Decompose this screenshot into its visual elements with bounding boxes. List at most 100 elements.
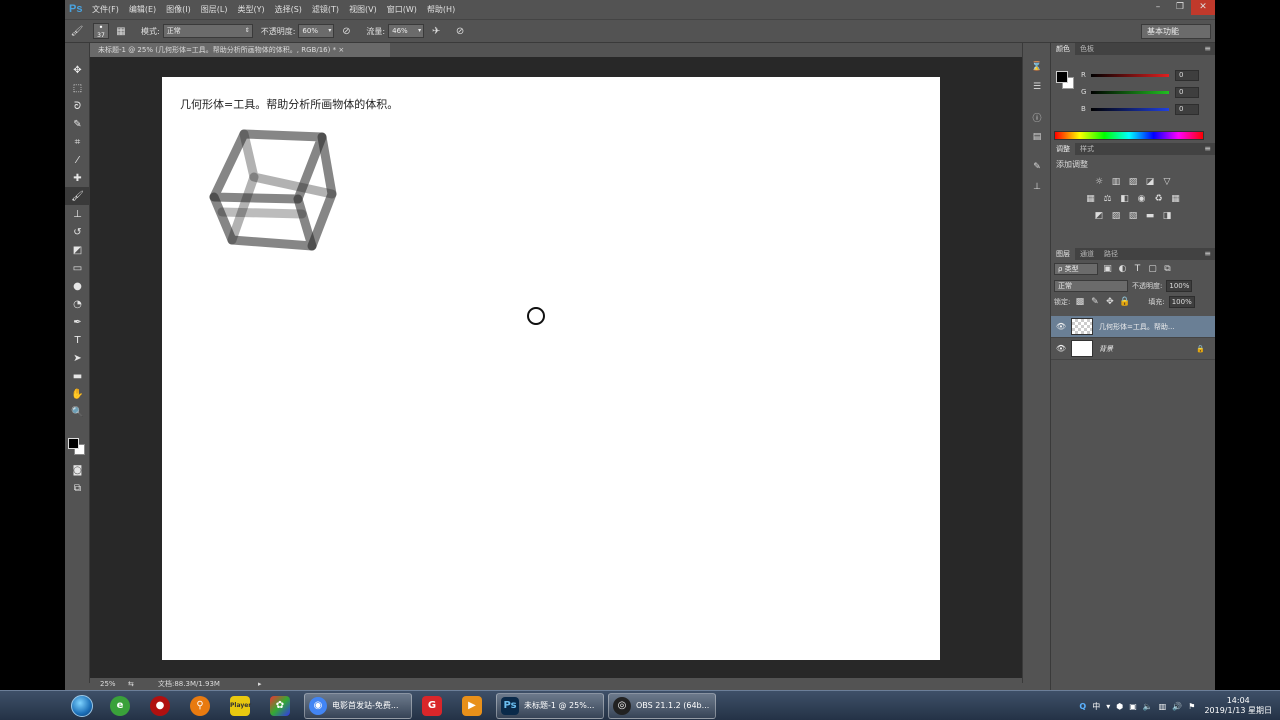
- taskbar-browser-icon[interactable]: e: [100, 692, 140, 720]
- taskbar-task-obs[interactable]: ◎ OBS 21.1.2 (64b...: [608, 692, 716, 719]
- menu-image[interactable]: 图像(I): [161, 0, 196, 19]
- panel-menu-icon[interactable]: ≡: [1204, 248, 1211, 260]
- properties-panel-icon[interactable]: ☰: [1023, 77, 1051, 97]
- selective-color-icon[interactable]: ◨: [1162, 211, 1173, 222]
- export-icon[interactable]: ⇆: [128, 680, 148, 688]
- ime-mode[interactable]: 中: [1092, 701, 1100, 712]
- document-canvas[interactable]: 几何形体=工具。帮助分析所画物体的体积。: [162, 77, 940, 660]
- exposure-icon[interactable]: ◪: [1145, 177, 1156, 188]
- vibrance-icon[interactable]: ▽: [1162, 177, 1173, 188]
- rectangle-tool-icon[interactable]: ▬: [65, 367, 90, 385]
- menu-edit[interactable]: 编辑(E): [124, 0, 161, 19]
- path-select-tool-icon[interactable]: ➤: [65, 349, 90, 367]
- start-button[interactable]: [64, 692, 100, 720]
- zoom-level[interactable]: 25%: [100, 680, 128, 688]
- workspace-select[interactable]: 基本功能: [1141, 24, 1211, 39]
- restore-button[interactable]: ❐: [1169, 0, 1191, 15]
- taskbar-player-icon[interactable]: Player: [220, 692, 260, 720]
- eyedropper-tool-icon[interactable]: ⁄: [65, 151, 90, 169]
- opacity-input[interactable]: 60% ▾: [298, 24, 335, 38]
- gpu-icon[interactable]: ▣: [1129, 702, 1137, 711]
- menu-select[interactable]: 选择(S): [270, 0, 307, 19]
- crop-tool-icon[interactable]: ⌗: [65, 133, 90, 151]
- menu-file[interactable]: 文件(F): [87, 0, 124, 19]
- tab-adjustments[interactable]: 调整: [1051, 143, 1075, 155]
- color-spectrum[interactable]: [1054, 131, 1204, 140]
- marquee-tool-icon[interactable]: ⬚: [65, 79, 90, 97]
- taskbar-media-icon[interactable]: ●: [140, 692, 180, 720]
- brush-tool-icon[interactable]: 🖌: [65, 187, 90, 205]
- history-panel-icon[interactable]: ⌛: [1023, 57, 1051, 77]
- quick-mask-icon[interactable]: ◙: [65, 461, 90, 479]
- tab-channels[interactable]: 通道: [1075, 248, 1099, 260]
- security-icon[interactable]: ⬢: [1116, 702, 1123, 711]
- minimize-button[interactable]: –: [1147, 0, 1169, 15]
- pressure-opacity-icon[interactable]: ⊘: [338, 23, 354, 39]
- taskbar-color-app-icon[interactable]: ✿: [260, 692, 300, 720]
- tab-color[interactable]: 颜色: [1051, 43, 1075, 55]
- tab-layers[interactable]: 图层: [1051, 248, 1075, 260]
- blend-mode-select[interactable]: 正常: [1054, 280, 1128, 292]
- filter-type-icon[interactable]: T: [1132, 264, 1143, 275]
- taskbar-clock[interactable]: 14:04 2019/1/13 星期日: [1204, 696, 1272, 716]
- tab-swatches[interactable]: 色板: [1075, 43, 1099, 55]
- screen-mode-icon[interactable]: ⧉: [65, 479, 90, 497]
- brush-size-picker[interactable]: • 37: [93, 23, 109, 39]
- input-method-icon[interactable]: Q: [1079, 702, 1086, 711]
- pressure-size-icon[interactable]: ⊘: [452, 23, 468, 39]
- photo-filter-icon[interactable]: ◉: [1136, 194, 1147, 205]
- red-slider[interactable]: [1091, 73, 1169, 77]
- panel-foreground-swatch[interactable]: [1056, 71, 1068, 83]
- status-menu-arrow-icon[interactable]: ▸: [258, 680, 262, 688]
- speaker-icon[interactable]: 🔈: [1143, 702, 1153, 711]
- taskbar-g-app-icon[interactable]: G: [412, 692, 452, 720]
- menu-window[interactable]: 窗口(W): [382, 0, 422, 19]
- zoom-tool-icon[interactable]: 🔍: [65, 403, 90, 421]
- panel-menu-icon[interactable]: ≡: [1204, 143, 1211, 155]
- history-brush-tool-icon[interactable]: ↺: [65, 223, 90, 241]
- filter-smart-icon[interactable]: ⧉: [1162, 264, 1173, 275]
- levels-icon[interactable]: ▥: [1111, 177, 1122, 188]
- color-balance-icon[interactable]: ⚖: [1102, 194, 1113, 205]
- layer-row-text[interactable]: 👁 几何形体=工具。帮助...: [1051, 316, 1215, 338]
- layer-filter-select[interactable]: ρ 类型: [1054, 263, 1098, 275]
- fill-input[interactable]: 100%: [1168, 296, 1195, 308]
- panel-menu-icon[interactable]: ≡: [1204, 43, 1211, 55]
- menu-help[interactable]: 帮助(H): [422, 0, 460, 19]
- healing-brush-tool-icon[interactable]: ✚: [65, 169, 90, 187]
- lock-all-icon[interactable]: 🔒: [1119, 297, 1130, 308]
- character-panel-icon[interactable]: ▤: [1023, 127, 1051, 147]
- blue-value[interactable]: 0: [1175, 103, 1199, 115]
- foreground-color-swatch[interactable]: [68, 438, 79, 449]
- blue-slider[interactable]: [1091, 107, 1169, 111]
- menu-filter[interactable]: 滤镜(T): [307, 0, 344, 19]
- move-tool-icon[interactable]: ✥: [65, 61, 90, 79]
- posterize-icon[interactable]: ▨: [1111, 211, 1122, 222]
- clone-source-icon[interactable]: ⊥: [1023, 177, 1051, 197]
- tab-styles[interactable]: 样式: [1075, 143, 1099, 155]
- layer-row-background[interactable]: 👁 背景 🔒: [1051, 338, 1215, 360]
- tray-expand-icon[interactable]: ▾: [1106, 702, 1110, 711]
- visibility-eye-icon[interactable]: 👁: [1051, 344, 1071, 353]
- menu-layer[interactable]: 图层(L): [196, 0, 233, 19]
- lock-transparent-icon[interactable]: ▩: [1074, 297, 1085, 308]
- close-tab-icon[interactable]: ×: [338, 46, 344, 54]
- brush-tool-preset-icon[interactable]: 🖌: [69, 23, 85, 39]
- mode-select[interactable]: 正常 ⇕: [162, 24, 253, 38]
- gradient-map-icon[interactable]: ▬: [1145, 211, 1156, 222]
- menu-view[interactable]: 视图(V): [344, 0, 382, 19]
- color-lookup-icon[interactable]: ▦: [1170, 194, 1181, 205]
- type-tool-icon[interactable]: T: [65, 331, 90, 349]
- channel-mixer-icon[interactable]: ♻: [1153, 194, 1164, 205]
- hand-tool-icon[interactable]: ✋: [65, 385, 90, 403]
- document-tab[interactable]: 未标题-1 @ 25% (几何形体=工具。帮助分析所画物体的体积。, RGB/1…: [90, 43, 390, 57]
- lock-pixels-icon[interactable]: ✎: [1089, 297, 1100, 308]
- lock-position-icon[interactable]: ✥: [1104, 297, 1115, 308]
- filter-adjust-icon[interactable]: ◐: [1117, 264, 1128, 275]
- taskbar-task-browser[interactable]: ◉ 电影首发站-免费...: [304, 692, 412, 719]
- lasso-tool-icon[interactable]: ᘐ: [65, 97, 90, 115]
- clone-stamp-tool-icon[interactable]: ⊥: [65, 205, 90, 223]
- brightness-icon[interactable]: ☼: [1094, 177, 1105, 188]
- flow-input[interactable]: 46% ▾: [388, 24, 425, 38]
- quick-select-tool-icon[interactable]: ✎: [65, 115, 90, 133]
